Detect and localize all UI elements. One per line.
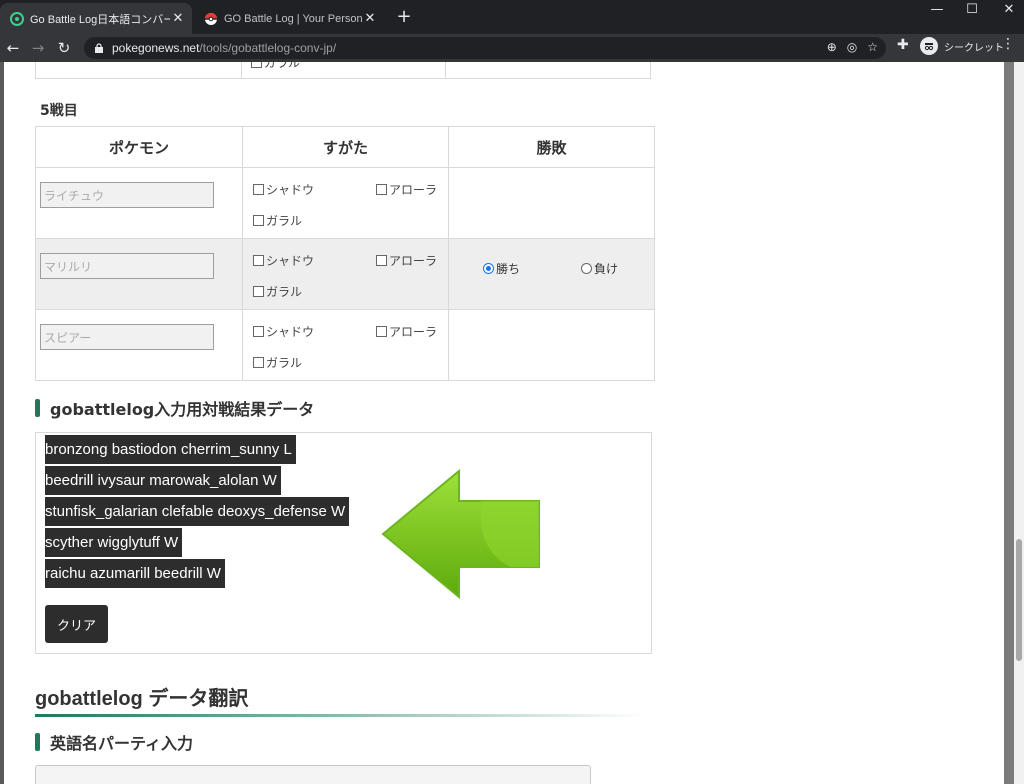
tab-go-battle-log[interactable]: GO Battle Log | Your Personal Ba ✕ [194,3,384,34]
url-host: pokegonews.net [112,41,200,55]
eye-off-icon[interactable]: ◎ [847,40,857,54]
new-tab-button[interactable]: + [394,6,414,28]
page-background-strip [1004,62,1014,784]
close-window-icon[interactable]: ✕ [994,2,1024,17]
address-bar[interactable]: pokegonews.net /tools/gobattlelog-conv-j… [84,37,886,59]
result-cell [448,309,655,381]
page-viewport: ガラル 5戦目 ポケモン すがた 勝敗 ライチュウ シャドウ アローラ ガラル … [0,62,1024,784]
alola-checkbox[interactable]: アローラ [376,181,437,198]
party-heading-text: 英語名パーティ入力 [50,734,194,753]
output-heading-text: gobattlelog入力用対戦結果データ [50,400,315,419]
pokemon-input[interactable]: マリルリ [40,253,214,279]
result-line: scyther wigglytuff W [45,528,183,557]
pokeball-icon [204,12,218,26]
header-pokemon: ポケモン [35,126,243,168]
lock-icon [95,43,103,53]
party-input-field[interactable] [35,765,591,784]
title-underline [35,714,647,717]
galar-label: ガラル [264,62,301,70]
galar-checkbox[interactable]: ガラル [251,62,300,71]
battle-5-heading: 5戦目 [40,103,78,119]
battle-5-table: ポケモン すがた 勝敗 ライチュウ シャドウ アローラ ガラル マリルリ シャド… [35,126,655,381]
incognito-icon [920,37,938,55]
zoom-icon[interactable]: ⊕ [827,40,837,54]
table-row: マリルリ シャドウ アローラ ガラル 勝ち 負け [35,238,655,310]
output-section-heading: gobattlelog入力用対戦結果データ [35,396,314,420]
translate-section-title: gobattlelog データ翻訳 [35,688,249,710]
clear-button[interactable]: クリア [45,605,108,643]
lose-radio[interactable]: 負け [581,260,618,277]
incognito-indicator[interactable]: シークレット [920,37,1004,55]
reload-icon[interactable]: ↻ [53,37,75,59]
previous-battle-table: ガラル [35,62,651,79]
table-row: ライチュウ シャドウ アローラ ガラル [35,167,655,239]
galar-checkbox[interactable]: ガラル [253,212,302,229]
shadow-checkbox[interactable]: シャドウ [253,252,314,269]
window-edge [0,62,4,784]
heading-accent-bar [35,399,40,417]
alola-checkbox[interactable]: アローラ [376,252,437,269]
star-icon[interactable]: ☆ [867,40,878,54]
shadow-checkbox[interactable]: シャドウ [253,323,314,340]
table-row: スピアー シャドウ アローラ ガラル [35,309,655,381]
tab-title: GO Battle Log | Your Personal Ba [224,12,362,25]
pokemon-input[interactable]: ライチュウ [40,182,214,208]
close-tab-icon[interactable]: ✕ [170,11,186,26]
galar-checkbox[interactable]: ガラル [253,283,302,300]
header-form: すがた [242,126,449,168]
pokegonews-icon [10,11,24,26]
heading-accent-bar [35,733,40,751]
win-radio[interactable]: 勝ち [483,260,520,277]
extensions-icon[interactable]: ✚ [897,37,909,53]
header-result: 勝敗 [448,126,655,168]
tab-gobattlelog-converter[interactable]: Go Battle Log日本語コンバーター | ✕ [0,3,192,34]
shadow-checkbox[interactable]: シャドウ [253,181,314,198]
galar-checkbox[interactable]: ガラル [253,354,302,371]
result-output-box[interactable]: bronzong bastiodon cherrim_sunny L beedr… [35,432,652,654]
tab-title: Go Battle Log日本語コンバーター | [30,13,170,26]
result-cell [448,167,655,239]
alola-checkbox[interactable]: アローラ [376,323,437,340]
toolbar: ← → ↻ pokegonews.net /tools/gobattlelog-… [0,34,1024,62]
url-path: /tools/gobattlelog-conv-jp/ [199,41,337,55]
result-line: stunfisk_galarian clefable deoxys_defens… [45,497,350,526]
maximize-icon[interactable]: ☐ [957,2,987,17]
pokemon-input[interactable]: スピアー [40,324,214,350]
minimize-icon[interactable]: — [922,2,952,17]
party-input-heading: 英語名パーティ入力 [35,730,193,754]
result-line: beedrill ivysaur marowak_alolan W [45,466,281,495]
left-arrow-icon [381,469,540,599]
result-line: raichu azumarill beedrill W [45,559,225,588]
scrollbar-track[interactable] [1014,62,1024,784]
result-line: bronzong bastiodon cherrim_sunny L [45,435,296,464]
close-tab-icon[interactable]: ✕ [362,11,378,26]
tab-strip: Go Battle Log日本語コンバーター | ✕ GO Battle Log… [0,0,1024,34]
forward-icon[interactable]: → [27,37,49,59]
back-icon[interactable]: ← [2,37,24,59]
incognito-label: シークレット [944,42,1004,54]
more-menu-icon[interactable]: ⋮ [1001,36,1015,52]
scrollbar-thumb[interactable] [1016,539,1022,661]
